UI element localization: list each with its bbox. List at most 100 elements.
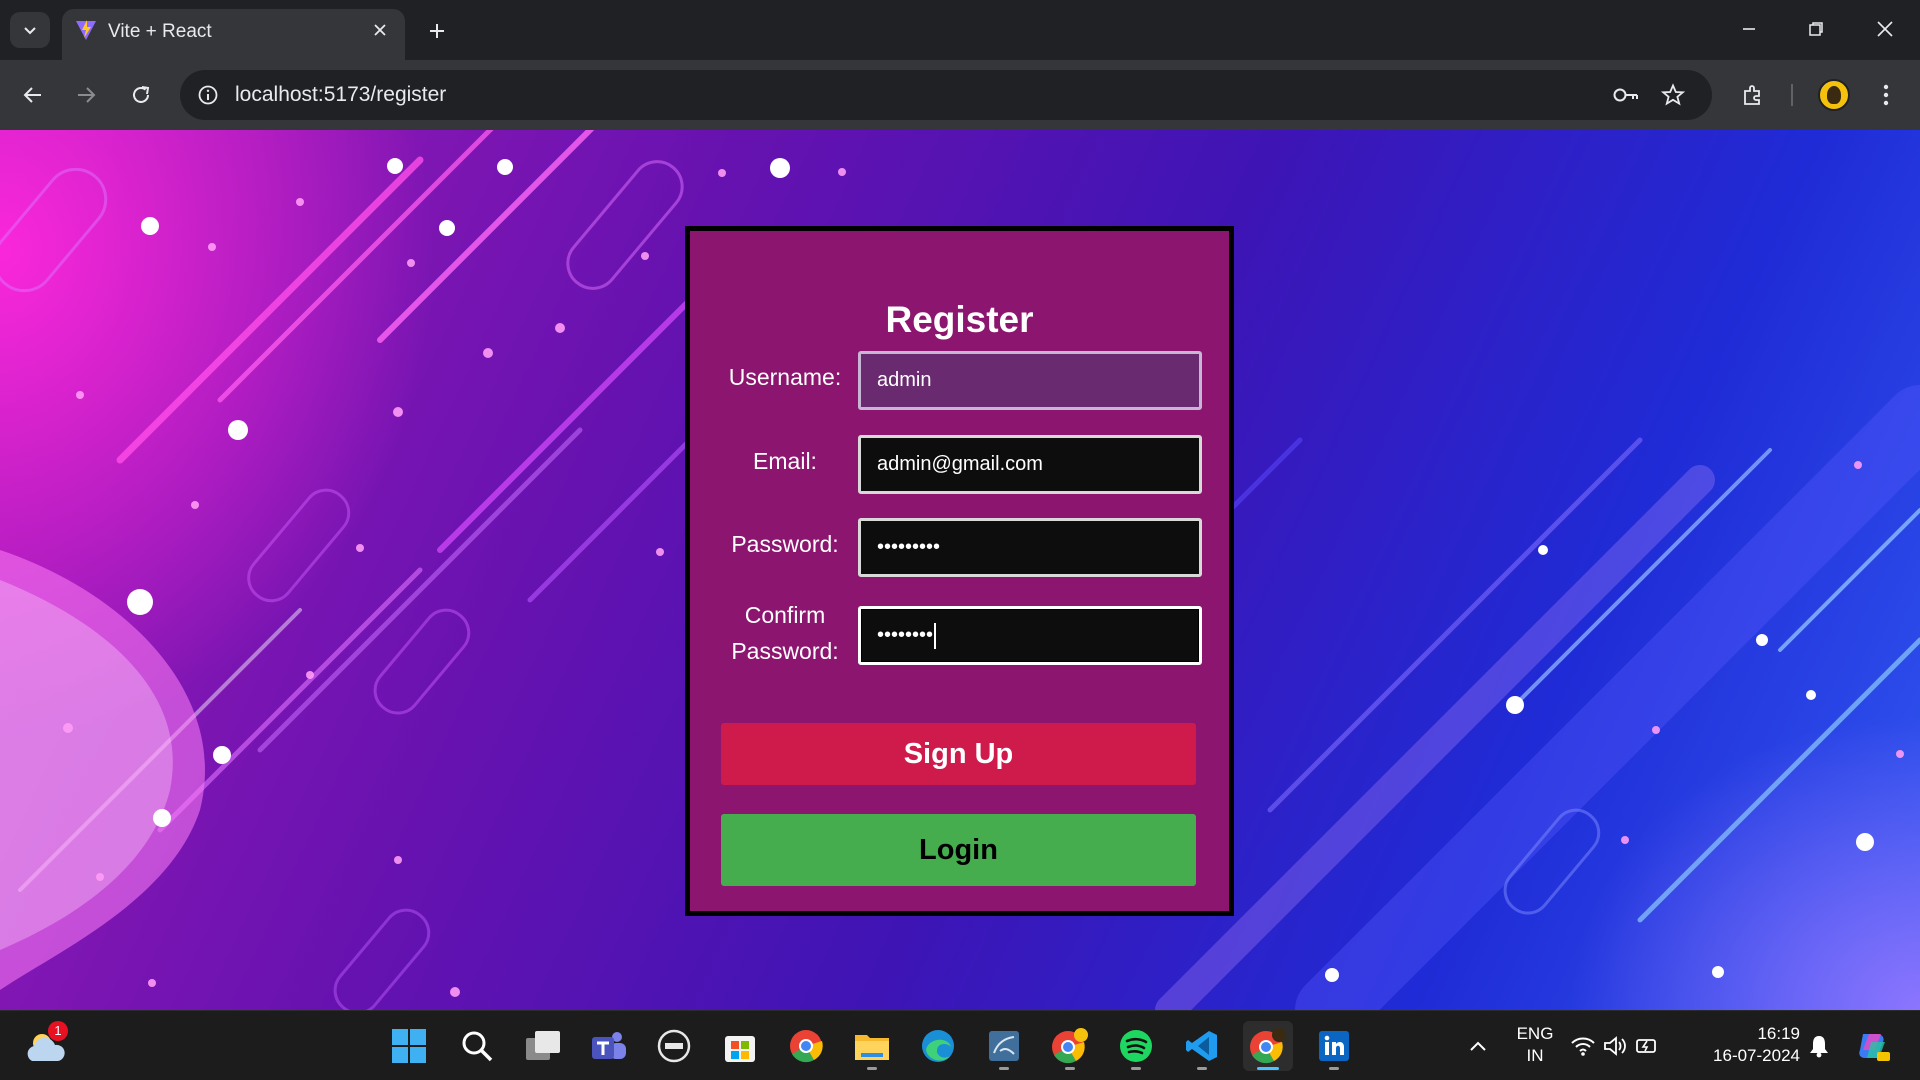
close-tab-button[interactable] (367, 17, 393, 43)
chrome-profile-icon (1052, 1028, 1088, 1064)
reload-button[interactable] (121, 75, 161, 115)
volume-icon (1604, 1036, 1626, 1056)
chrome-active-button[interactable] (1243, 1021, 1293, 1071)
login-button[interactable]: Login (721, 814, 1196, 886)
username-label: Username: (728, 364, 842, 390)
password-key-button[interactable] (1610, 79, 1642, 111)
star-icon (1661, 83, 1685, 106)
dell-icon (657, 1029, 691, 1063)
vite-icon (76, 20, 96, 40)
username-input[interactable]: admin (858, 351, 1202, 410)
tab-bar: Vite + React (0, 0, 1920, 60)
restore-icon (1809, 22, 1823, 36)
language-indicator[interactable]: ENG IN (1512, 1023, 1558, 1067)
back-button[interactable] (13, 75, 53, 115)
taskbar-search-button[interactable] (452, 1021, 502, 1071)
chrome-profile-button[interactable] (1045, 1021, 1095, 1071)
copilot-icon (1859, 1034, 1890, 1061)
notifications-button[interactable] (1794, 1021, 1844, 1071)
task-view-icon (526, 1031, 560, 1060)
forward-button[interactable] (66, 75, 106, 115)
form-title: Register (885, 299, 1034, 340)
teams-button[interactable] (584, 1021, 634, 1071)
vscode-button[interactable] (1177, 1021, 1227, 1071)
clock-date: 16-07-2024 (1713, 1046, 1800, 1065)
task-view-button[interactable] (518, 1021, 568, 1071)
address-bar[interactable]: localhost:5173/register (180, 70, 1712, 120)
minimize-button[interactable] (1726, 8, 1772, 50)
text-caret (934, 622, 937, 649)
url-text: localhost:5173/register (235, 83, 447, 106)
dell-button[interactable] (649, 1021, 699, 1071)
page-viewport: Register Username: admin Email: admin@gm… (0, 130, 1920, 1010)
bookmark-button[interactable] (1657, 79, 1689, 111)
mysql-workbench-button[interactable] (979, 1021, 1029, 1071)
microsoft-store-button[interactable] (715, 1021, 765, 1071)
close-icon (1877, 21, 1893, 37)
clock[interactable]: 16:19 16-07-2024 (1690, 1023, 1800, 1067)
wifi-icon (1571, 1037, 1595, 1056)
language-line1: ENG (1516, 1024, 1554, 1043)
close-icon (374, 24, 386, 36)
tab-search-button[interactable] (10, 12, 50, 48)
close-window-button[interactable] (1862, 8, 1908, 50)
chevron-up-icon (1470, 1041, 1486, 1051)
linkedin-button[interactable] (1309, 1021, 1359, 1071)
running-indicator (1197, 1067, 1207, 1070)
clock-time: 16:19 (1757, 1024, 1800, 1043)
running-indicator (867, 1067, 877, 1070)
teams-icon (592, 1032, 626, 1059)
tab-title: Vite + React (108, 21, 212, 42)
bell-icon (1810, 1036, 1828, 1058)
browser-menu-button[interactable] (1866, 75, 1906, 115)
minimize-icon (1743, 28, 1755, 30)
confirm-password-input[interactable]: •••••••• (858, 606, 1202, 665)
restore-button[interactable] (1793, 8, 1839, 50)
chrome-icon (790, 1030, 823, 1063)
confirm-label-line1: Confirm (744, 602, 826, 628)
chrome-active-icon (1250, 1028, 1286, 1064)
windows-start-icon (392, 1029, 426, 1063)
chrome-button[interactable] (781, 1021, 831, 1071)
running-indicator (1131, 1067, 1141, 1070)
weather-badge: 1 (48, 1021, 68, 1041)
file-explorer-icon (855, 1035, 889, 1060)
arrow-right-icon (78, 87, 96, 103)
confirm-label-line2: Password: (731, 638, 839, 664)
edge-button[interactable] (913, 1021, 963, 1071)
arrow-left-icon (23, 87, 41, 103)
browser-tab[interactable]: Vite + React (62, 9, 405, 60)
file-explorer-button[interactable] (847, 1021, 897, 1071)
password-input[interactable]: ••••••••• (858, 518, 1202, 577)
new-tab-button[interactable] (420, 14, 454, 48)
running-indicator (999, 1067, 1009, 1070)
signup-button[interactable]: Sign Up (721, 723, 1196, 785)
reload-icon (133, 86, 150, 103)
browser-toolbar: localhost:5173/register (0, 60, 1920, 130)
system-tray-quick-settings[interactable] (1567, 1021, 1663, 1071)
running-indicator (1329, 1067, 1339, 1070)
more-vert-icon (1883, 84, 1889, 106)
site-info-button[interactable] (192, 79, 224, 111)
language-line2: IN (1526, 1046, 1544, 1065)
email-label: Email: (753, 448, 817, 474)
microsoft-store-icon (725, 1036, 755, 1062)
copilot-button[interactable] (1848, 1021, 1898, 1071)
plus-icon (430, 24, 444, 38)
taskbar: 1 ENG IN 16:19 16-07-2024 (0, 1010, 1920, 1080)
key-icon (1613, 88, 1638, 102)
linkedin-icon (1319, 1031, 1349, 1061)
email-input[interactable]: admin@gmail.com (858, 435, 1202, 494)
spotify-button[interactable] (1111, 1021, 1161, 1071)
start-button[interactable] (384, 1021, 434, 1071)
running-indicator (1065, 1067, 1075, 1070)
profile-avatar[interactable] (1818, 79, 1850, 111)
chevron-down-icon (24, 27, 36, 35)
puzzle-icon (1744, 85, 1760, 105)
search-icon (462, 1031, 493, 1062)
toolbar-separator (1791, 84, 1793, 106)
mysql-workbench-icon (989, 1031, 1019, 1061)
extensions-button[interactable] (1733, 75, 1773, 115)
show-hidden-icons-button[interactable] (1453, 1021, 1503, 1071)
confirm-password-value: •••••••• (877, 624, 934, 646)
